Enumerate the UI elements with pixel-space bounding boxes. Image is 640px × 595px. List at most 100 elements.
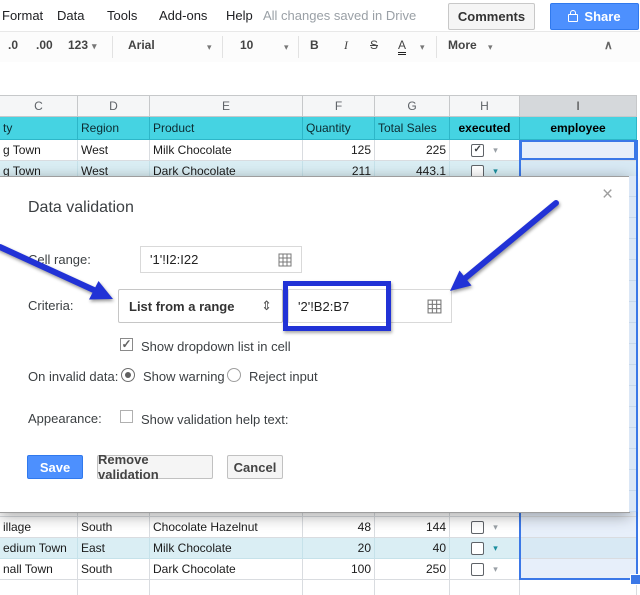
share-button[interactable]: Share xyxy=(550,3,639,30)
bold-button[interactable]: B xyxy=(310,38,319,52)
cell-region[interactable]: South xyxy=(78,559,150,580)
menu-help[interactable]: Help xyxy=(226,8,253,23)
checkbox-checked-icon[interactable]: ✓ xyxy=(471,143,485,157)
share-label: Share xyxy=(584,9,621,24)
checkbox-unchecked-icon[interactable] xyxy=(471,541,485,555)
increase-decimal-button[interactable]: .00 xyxy=(36,38,53,52)
criteria-type-select[interactable]: List from a range ⇕ xyxy=(118,289,283,323)
menu-tools[interactable]: Tools xyxy=(107,8,137,23)
header-executed[interactable]: executed xyxy=(450,117,520,140)
menu-bar: Format Data Tools Add-ons Help All chang… xyxy=(0,0,640,32)
chevron-down-icon[interactable]: ▾ xyxy=(284,42,289,53)
save-button[interactable]: Save xyxy=(27,455,83,479)
collapse-toolbar-button[interactable]: ∧ xyxy=(604,38,613,52)
cell-product[interactable]: Milk Chocolate xyxy=(150,140,303,161)
more-button[interactable]: More xyxy=(448,38,477,52)
cell-total-sales[interactable]: 250 xyxy=(375,559,450,580)
menu-addons[interactable]: Add-ons xyxy=(159,8,207,23)
cell-employee[interactable] xyxy=(520,559,637,580)
cell-employee[interactable] xyxy=(520,517,637,538)
cell-total-sales[interactable]: 40 xyxy=(375,538,450,559)
decrease-decimal-button[interactable]: .0 xyxy=(8,38,18,52)
cell-executed-checkbox[interactable]: ▾ xyxy=(450,559,520,580)
cell-empty[interactable] xyxy=(78,580,150,595)
column-header-g[interactable]: G xyxy=(375,95,450,117)
cell-empty[interactable] xyxy=(0,580,78,595)
cell-city[interactable]: edium Town xyxy=(0,538,78,559)
cell-city[interactable]: nall Town xyxy=(0,559,78,580)
selection-fill-handle[interactable] xyxy=(630,574,640,585)
cell-city[interactable]: g Town xyxy=(0,140,78,161)
sheet-right-sliver xyxy=(629,176,636,512)
cell-quantity[interactable]: 20 xyxy=(303,538,375,559)
cell-quantity[interactable]: 100 xyxy=(303,559,375,580)
cell-region[interactable]: West xyxy=(78,140,150,161)
column-header-i-selected[interactable]: I xyxy=(520,95,637,117)
comments-button[interactable]: Comments xyxy=(448,3,535,30)
dropdown-arrow-icon[interactable]: ▾ xyxy=(493,522,498,533)
save-status: All changes saved in Drive xyxy=(263,8,417,23)
chevron-down-icon[interactable]: ▾ xyxy=(207,42,212,53)
close-icon[interactable]: × xyxy=(602,184,613,206)
help-text-checkbox[interactable] xyxy=(120,410,133,423)
header-region[interactable]: Region xyxy=(78,117,150,140)
cell-executed-checkbox[interactable]: ▾ xyxy=(450,538,520,559)
select-range-icon[interactable] xyxy=(278,253,292,267)
comments-label: Comments xyxy=(457,9,526,24)
text-color-button[interactable]: A xyxy=(398,38,407,55)
cell-executed-checkbox[interactable]: ✓ ▾ xyxy=(450,140,520,161)
column-header-c[interactable]: C xyxy=(0,95,78,117)
checkbox-unchecked-icon[interactable] xyxy=(471,520,485,534)
cancel-button[interactable]: Cancel xyxy=(227,455,283,479)
number-format-button[interactable]: 123 ▾ xyxy=(68,38,97,52)
dropdown-arrow-icon[interactable]: ▾ xyxy=(493,166,498,177)
show-warning-radio[interactable] xyxy=(121,368,135,382)
dropdown-arrow-icon[interactable]: ▾ xyxy=(493,543,498,554)
cell-total-sales[interactable]: 144 xyxy=(375,517,450,538)
italic-button[interactable]: I xyxy=(344,38,348,53)
font-size-select[interactable]: 10 xyxy=(240,38,253,52)
column-header-d[interactable]: D xyxy=(78,95,150,117)
reject-input-radio[interactable] xyxy=(227,368,241,382)
header-product[interactable]: Product xyxy=(150,117,303,140)
column-header-h[interactable]: H xyxy=(450,95,520,117)
cell-range-input[interactable]: '1'!I2:I22 xyxy=(140,246,302,273)
chevron-down-icon[interactable]: ▾ xyxy=(488,42,493,53)
cell-empty[interactable] xyxy=(520,580,637,595)
chevron-down-icon[interactable]: ▾ xyxy=(420,42,425,53)
menu-format[interactable]: Format xyxy=(2,8,43,23)
cell-empty[interactable] xyxy=(375,580,450,595)
cell-total-sales[interactable]: 225 xyxy=(375,140,450,161)
cell-product[interactable]: Chocolate Hazelnut xyxy=(150,517,303,538)
cell-product[interactable]: Dark Chocolate xyxy=(150,559,303,580)
column-header-f[interactable]: F xyxy=(303,95,375,117)
cell-empty[interactable] xyxy=(150,580,303,595)
cell-quantity[interactable]: 125 xyxy=(303,140,375,161)
cell-empty[interactable] xyxy=(303,580,375,595)
cell-employee[interactable] xyxy=(520,538,637,559)
dropdown-arrow-icon[interactable]: ▾ xyxy=(493,145,498,156)
menu-data[interactable]: Data xyxy=(57,8,84,23)
cell-quantity[interactable]: 48 xyxy=(303,517,375,538)
active-cell-i2[interactable] xyxy=(520,140,637,161)
cell-region[interactable]: South xyxy=(78,517,150,538)
header-quantity[interactable]: Quantity xyxy=(303,117,375,140)
criteria-type-value: List from a range xyxy=(129,298,235,314)
column-header-e[interactable]: E xyxy=(150,95,303,117)
remove-validation-button[interactable]: Remove validation xyxy=(97,452,213,482)
dropdown-arrow-icon[interactable]: ▾ xyxy=(493,564,498,575)
font-select[interactable]: Arial xyxy=(128,38,155,52)
select-range-icon[interactable] xyxy=(427,299,442,314)
cell-region[interactable]: East xyxy=(78,538,150,559)
strikethrough-button[interactable]: S xyxy=(370,38,378,52)
cell-empty[interactable] xyxy=(450,580,520,595)
cell-city[interactable]: illage xyxy=(0,517,78,538)
cell-executed-checkbox[interactable]: ▾ xyxy=(450,517,520,538)
toolbar: .0 .00 123 ▾ Arial ▾ 10 ▾ B I S A ▾ More … xyxy=(0,32,640,63)
checkbox-unchecked-icon[interactable] xyxy=(471,562,485,576)
header-employee[interactable]: employee xyxy=(520,117,637,140)
cell-product[interactable]: Milk Chocolate xyxy=(150,538,303,559)
header-total-sales[interactable]: Total Sales xyxy=(375,117,450,140)
show-dropdown-checkbox[interactable]: ✓ xyxy=(120,338,133,351)
header-city[interactable]: ty xyxy=(0,117,78,140)
